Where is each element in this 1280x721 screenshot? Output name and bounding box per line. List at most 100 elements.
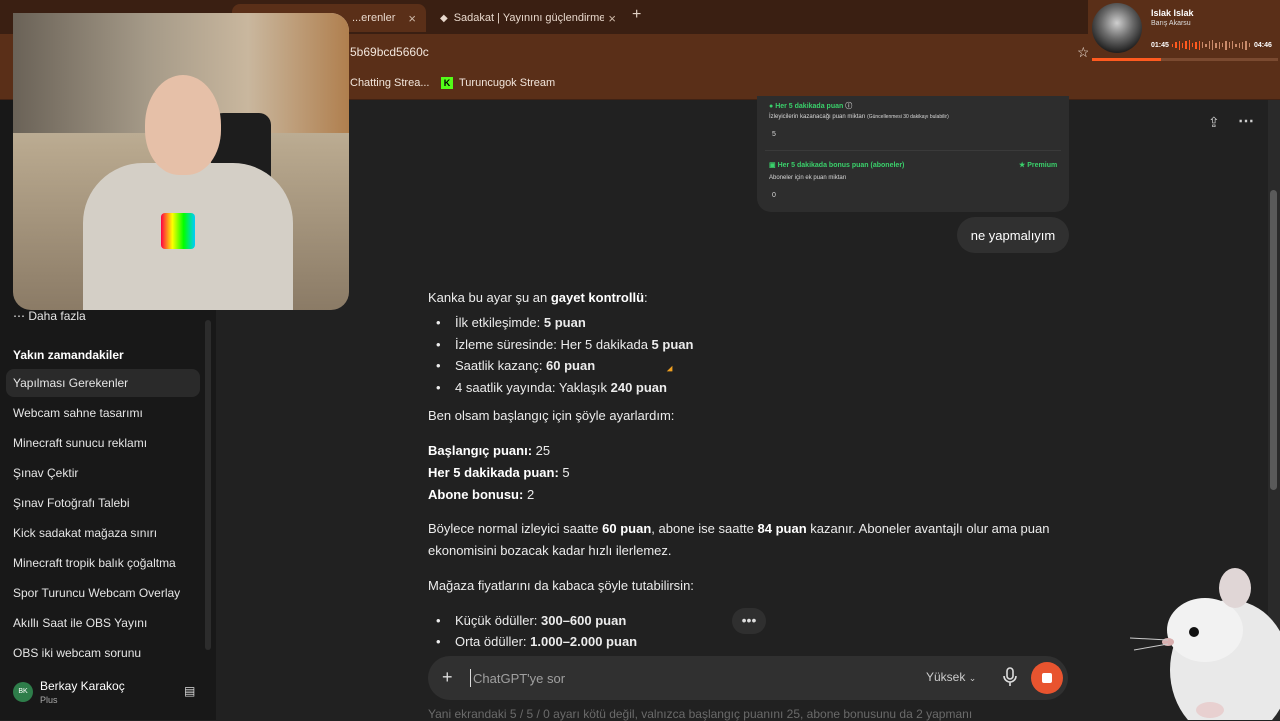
embed-row1-desc: İzleyicilerin kazanacağı puan miktarı (G… [769, 114, 949, 120]
user-plan: Plus [40, 695, 58, 705]
partial-message-text: Yani ekrandaki 5 / 5 / 0 ayarı kötü deği… [428, 707, 973, 721]
scroll-down-button[interactable]: ••• [732, 608, 766, 634]
microphone-icon[interactable] [1002, 667, 1018, 687]
avatar[interactable]: BK [13, 682, 33, 702]
sidebar-item-8[interactable]: Akıllı Saat ile OBS Yayını [13, 616, 147, 630]
user-name[interactable]: Berkay Karakoç [40, 679, 125, 693]
waveform-bar [1188, 40, 1190, 50]
more-label: Daha fazla [28, 309, 86, 323]
setting-value: 25 [532, 443, 551, 458]
user-message-text: ne yapmalıyım [970, 227, 1056, 243]
waveform-bar [1172, 43, 1174, 47]
bullet-dot: • [436, 337, 441, 352]
setting-value: 5 [558, 465, 570, 480]
album-art [1092, 3, 1142, 53]
bullet-dot: • [436, 613, 441, 628]
waveform-bar [1191, 43, 1194, 47]
share-icon[interactable]: ⇪ [1208, 114, 1220, 131]
intro-end: : [644, 290, 648, 305]
attach-plus-icon[interactable]: + [442, 667, 453, 688]
library-icon[interactable]: ▤ [184, 684, 195, 698]
li-text: Saatlik kazanç: [455, 358, 547, 373]
waveform-bar [1178, 40, 1180, 50]
current-time: 01:45 [1151, 42, 1169, 49]
close-tab-icon[interactable]: × [408, 11, 416, 26]
sidebar-more[interactable]: ⋯ Daha fazla [13, 309, 86, 323]
prompt-input[interactable] [470, 669, 870, 687]
embed-row1-title: ● Her 5 dakikada puan ⓘ [769, 103, 853, 110]
li-bold: 5 puan [651, 337, 694, 352]
bookmark-label: Chatting Strea... [350, 77, 430, 89]
li-text: Küçük ödüller: [455, 613, 541, 628]
sidebar-item-1[interactable]: Webcam sahne tasarımı [13, 406, 143, 420]
waveform-bar [1185, 41, 1187, 49]
setting-label: Abone bonusu: [428, 487, 524, 502]
waveform-bar [1175, 42, 1177, 48]
model-label: Yüksek [926, 670, 966, 684]
sidebar-item-2[interactable]: Minecraft sunucu reklamı [13, 436, 147, 450]
embed-divider [765, 150, 1061, 151]
sidebar-item-9[interactable]: OBS iki webcam sorunu [13, 646, 141, 660]
webcam-person-head [145, 75, 221, 175]
list-item: Orta ödüller: 1.000–2.000 puan [455, 634, 637, 649]
summary-line-1: Böylece normal izleyici saatte 60 puan, … [428, 521, 1049, 536]
intro-bold: gayet kontrollü [550, 290, 645, 305]
summary-bold: 60 puan [602, 521, 652, 536]
embed-row1-note: (Güncellenmesi 30 dakikayı bulabilir) [867, 114, 949, 120]
sidebar-item-7[interactable]: Spor Turuncu Webcam Overlay [13, 586, 180, 600]
li-bold: 300–600 puan [541, 613, 627, 628]
intro-text: Kanka bu ayar şu an [428, 290, 551, 305]
close-tab-icon[interactable]: × [608, 11, 616, 26]
bookmark-turuncugok[interactable]: K Turuncugok Stream [441, 77, 555, 89]
waveform-bar [1218, 41, 1220, 49]
summary-text: kazanır. Aboneler avantajlı olur ama pua… [806, 521, 1050, 536]
info-icon: ⓘ [845, 103, 853, 110]
embed-row2-desc: Aboneler için ek puan miktarı [769, 175, 847, 181]
setup-intro: Ben olsam başlangıç için şöyle ayarlardı… [428, 408, 675, 423]
sidebar-item-3[interactable]: Şınav Çektir [13, 466, 78, 480]
song-title: Islak Islak [1151, 8, 1194, 18]
user-message-bubble: ne yapmalıyım [957, 217, 1069, 253]
waveform-bar [1238, 42, 1240, 48]
stop-icon [1042, 673, 1052, 683]
li-bold: 240 puan [610, 380, 667, 395]
waveform-bar [1208, 41, 1210, 49]
premium-badge: ★ Premium [1019, 162, 1058, 169]
url-text[interactable]: 5b69bcd5660c [350, 45, 429, 59]
sidebar-item-0[interactable]: Yapılması Gerekenler [13, 376, 128, 390]
premium-label: Premium [1027, 162, 1058, 169]
sidebar-scrollbar[interactable] [205, 320, 211, 650]
scrollbar-thumb[interactable] [1270, 190, 1277, 490]
li-bold: 5 puan [543, 315, 586, 330]
webcam-overlay [13, 13, 349, 310]
song-progress-bar[interactable] [1092, 58, 1278, 61]
tab-label: Sadakat | Yayınını güçlendirmek [453, 12, 604, 24]
sidebar-item-4[interactable]: Şınav Fotoğrafı Talebi [13, 496, 130, 510]
bookmark-label: Turuncugok Stream [459, 77, 556, 89]
bullet-dot: • [436, 380, 441, 395]
waveform-bar [1241, 41, 1244, 49]
store-intro: Mağaza fiyatlarını da kabaca şöyle tutab… [428, 578, 694, 593]
list-item: Küçük ödüller: 300–600 puan [455, 613, 626, 628]
setting-label: Başlangıç puanı: [428, 443, 533, 458]
new-tab-button[interactable]: + [632, 6, 641, 24]
webcam-rgb-microphone [161, 213, 195, 249]
summary-text: Böylece normal izleyici saatte [428, 521, 603, 536]
sidebar-item-6[interactable]: Minecraft tropik balık çoğaltma [13, 556, 176, 570]
embed-row1-desc-text: İzleyicilerin kazanacağı puan miktarı [769, 114, 866, 120]
waveform [1172, 40, 1250, 50]
bookmark-chatting[interactable]: Chatting Strea... [350, 77, 430, 89]
diamond-icon: ◆ [440, 12, 448, 24]
tab-sadakat[interactable]: ◆ Sadakat | Yayınını güçlendirmek × [430, 4, 626, 32]
summary-line-2: ekonomisini bozacak kadar hızlı ilerleme… [428, 543, 672, 558]
embed-row2-value: 0 [772, 192, 776, 199]
waveform-bar [1225, 40, 1227, 50]
more-options-icon[interactable]: ⋯ [1238, 111, 1254, 131]
model-selector[interactable]: Yüksek ⌄ [926, 670, 976, 684]
total-time: 04:46 [1254, 42, 1272, 49]
li-bold: 60 puan [546, 358, 596, 373]
embed-row2-title: ▣ Her 5 dakikada bonus puan (aboneler) [769, 162, 905, 169]
sidebar-item-5[interactable]: Kick sadakat mağaza sınırı [13, 526, 157, 540]
setting-row: Her 5 dakikada puan: 5 [428, 465, 570, 480]
waveform-bar [1248, 43, 1250, 47]
